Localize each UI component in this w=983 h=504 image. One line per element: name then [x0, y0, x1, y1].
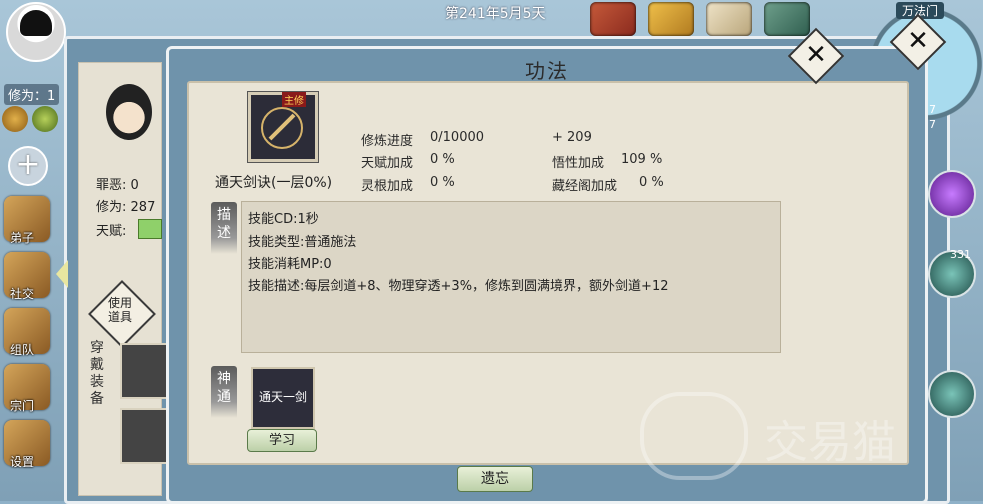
talent-bonus-value: 0 %	[430, 152, 455, 167]
player-cultivation: 修为：1	[4, 84, 60, 105]
progress-value: 0/10000	[430, 130, 485, 145]
player-avatar[interactable]	[6, 2, 66, 62]
sidebar-item-label: 社交	[10, 287, 35, 301]
watermark-text: 交易猫	[764, 417, 896, 468]
sin-stat: 罪恶: 0	[96, 178, 139, 193]
green-orb-icon[interactable]	[32, 106, 58, 132]
sidebar-item-label: 弟子	[10, 231, 35, 245]
root-bonus-value: 0 %	[430, 175, 455, 190]
pill-count-badge: 331	[950, 248, 971, 261]
learn-button[interactable]: 学习	[247, 429, 317, 452]
comprehension-value: 109 %	[621, 152, 663, 167]
sidebar-item-settings[interactable]: 设置	[4, 420, 50, 469]
talent-bar	[138, 219, 162, 239]
treasure-chest-icon[interactable]	[590, 2, 636, 36]
talent-bonus-label: 天赋加成	[361, 156, 414, 171]
sidebar-item-sect[interactable]: 宗门	[4, 364, 50, 413]
add-button[interactable]: +	[8, 146, 48, 186]
close-icon: ✕	[907, 26, 929, 56]
sidebar-item-label: 设置	[10, 455, 35, 469]
skill-name: 通天剑诀(一层0%)	[215, 175, 333, 191]
equip-label: 穿戴装备	[90, 340, 104, 407]
talent-stat-label: 天赋:	[96, 224, 127, 239]
top-event-icons	[590, 2, 810, 36]
sidebar-item-disciples[interactable]: 弟子	[4, 196, 50, 245]
close-icon: ✕	[805, 40, 827, 70]
library-bonus-value: 0 %	[639, 175, 664, 190]
tree-icon[interactable]	[764, 2, 810, 36]
comprehension-label: 悟性加成	[552, 156, 605, 171]
sidebar-item-label: 宗门	[10, 399, 35, 413]
main-cultivation-badge: 主修	[282, 92, 306, 107]
spirit-beast-icon[interactable]	[928, 170, 976, 218]
library-bonus-label: 藏经阁加成	[552, 179, 618, 194]
description-line: 技能描述:每层剑道+8、物理穿透+3%，修炼到圆满境界，额外剑道+12	[248, 279, 669, 294]
root-bonus-label: 灵根加成	[361, 179, 414, 194]
cultivation-stat: 修为: 287	[96, 200, 156, 215]
description-line: 技能CD:1秒	[248, 212, 319, 227]
sidebar-item-label: 组队	[10, 343, 35, 357]
tab-description: 描述	[211, 202, 237, 254]
progress-label: 修炼进度	[361, 134, 414, 149]
use-item-label: 使用道具	[107, 296, 132, 324]
progress-bonus: + 209	[552, 130, 592, 145]
forget-button[interactable]: 遗忘	[457, 466, 533, 492]
character-portrait	[98, 82, 158, 160]
prev-arrow-icon[interactable]	[56, 260, 68, 288]
description-line: 技能类型:普通施法	[248, 235, 357, 250]
description-box: 技能CD:1秒 技能类型:普通施法 技能消耗MP:0 技能描述:每层剑道+8、物…	[241, 201, 781, 353]
gift-icon[interactable]	[648, 2, 694, 36]
description-line: 技能消耗MP:0	[248, 257, 332, 272]
game-date: 第241年5月5天	[445, 6, 546, 22]
gold-orb-icon[interactable]	[2, 106, 28, 132]
sidebar-item-social[interactable]: 社交	[4, 252, 50, 301]
resource-orbs	[2, 106, 58, 132]
sidebar-item-team[interactable]: 组队	[4, 308, 50, 357]
skill-orb-icon[interactable]	[928, 370, 976, 418]
tab-shentong: 神通	[211, 366, 237, 418]
shentong-skill-slot[interactable]: 通天一剑	[251, 367, 315, 429]
scroll-icon[interactable]	[706, 2, 752, 36]
portrait-face	[106, 84, 152, 140]
cat-logo-icon	[640, 392, 748, 480]
